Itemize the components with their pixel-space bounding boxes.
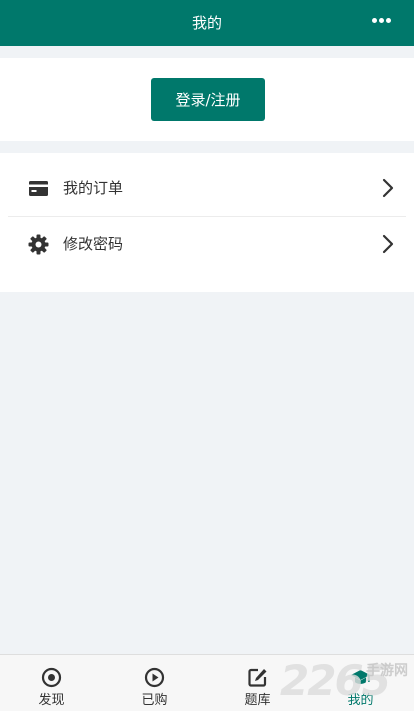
- tab-label: 发现: [38, 693, 65, 708]
- target-icon: [41, 667, 62, 688]
- tab-label: 已购: [141, 693, 168, 708]
- bottom-tab-bar: 发现 已购 题库 我的: [0, 654, 414, 711]
- more-dots-icon[interactable]: [372, 17, 392, 25]
- tab-question-bank[interactable]: 题库: [206, 655, 309, 711]
- tab-label: 题库: [244, 693, 271, 708]
- tab-mine[interactable]: 我的: [309, 655, 412, 711]
- chevron-right-icon: [382, 234, 394, 254]
- page-title: 我的: [191, 14, 222, 32]
- login-register-button[interactable]: 登录/注册: [151, 78, 265, 121]
- login-section: 登录/注册: [0, 58, 414, 141]
- tab-purchased[interactable]: 已购: [103, 655, 206, 711]
- tab-label: 我的: [347, 693, 374, 708]
- menu-item-label: 我的订单: [63, 179, 124, 197]
- gear-icon: [28, 234, 49, 255]
- tab-discover[interactable]: 发现: [0, 655, 103, 711]
- graduation-cap-icon: [351, 670, 370, 684]
- menu-item-change-password[interactable]: 修改密码: [0, 216, 414, 272]
- chevron-right-icon: [382, 178, 394, 198]
- edit-icon: [248, 668, 267, 687]
- menu-item-label: 修改密码: [63, 235, 124, 253]
- card-icon: [29, 181, 48, 196]
- menu-item-my-orders[interactable]: 我的订单: [0, 160, 414, 216]
- play-circle-icon: [144, 667, 165, 688]
- top-nav-bar: 我的: [0, 0, 414, 46]
- menu-list: 我的订单 修改密码: [0, 153, 414, 292]
